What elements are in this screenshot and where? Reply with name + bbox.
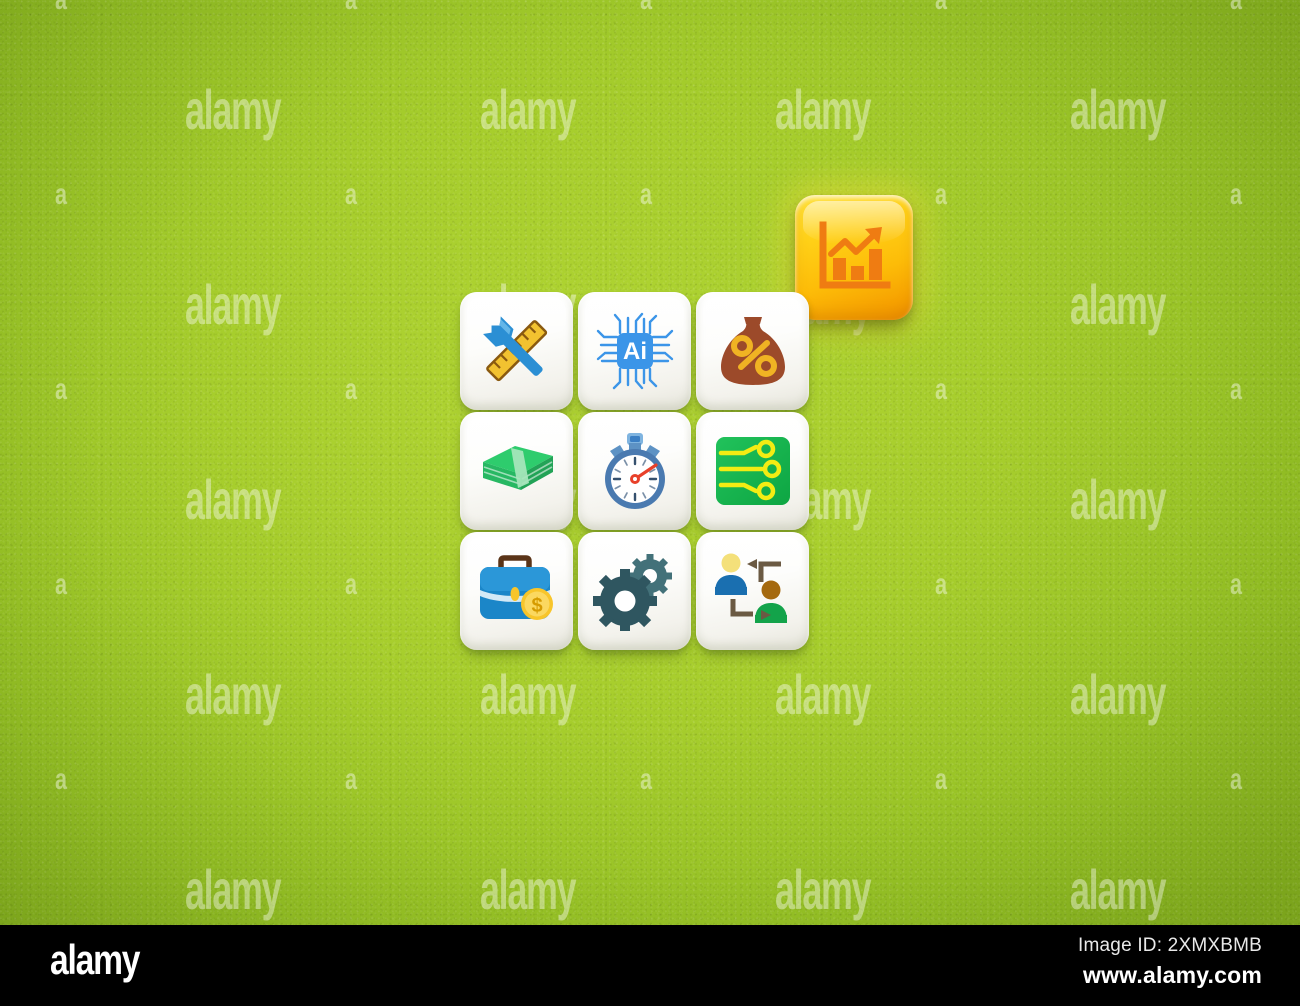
watermark-word: alamy	[1070, 273, 1167, 336]
briefcase-dollar-icon: $	[479, 555, 553, 620]
watermark-letter: a	[55, 568, 67, 601]
cube-hammer-and-ruler[interactable]	[460, 292, 573, 410]
watermark-word: alamy	[185, 663, 282, 726]
watermark-letter: a	[1230, 0, 1242, 15]
alamy-logo: alamy	[50, 936, 140, 983]
watermark-letter: a	[1230, 763, 1242, 796]
watermark-word: alamy	[775, 78, 872, 141]
watermark-letter: a	[345, 568, 357, 601]
cube-briefcase-dollar[interactable]: $	[460, 532, 573, 650]
svg-text:Ai: Ai	[623, 338, 647, 365]
people-workflow-icon	[714, 553, 787, 623]
watermark-word: alamy	[185, 273, 282, 336]
watermark-letter: a	[1230, 568, 1242, 601]
ai-chip-icon: Ai	[596, 312, 673, 390]
cube-cash-stack[interactable]	[460, 412, 573, 530]
watermark-word: alamy	[480, 858, 577, 921]
cube-people-workflow[interactable]	[696, 532, 809, 650]
watermark-letter: a	[935, 178, 947, 211]
watermark-word: alamy	[1070, 468, 1167, 531]
watermark-letter: a	[935, 568, 947, 601]
watermark-word: alamy	[1070, 78, 1167, 141]
stock-photo-canvas: aaaaaaaaaaaaaaaaaaaaaaaaaaaaaaalamyalamy…	[0, 0, 1300, 925]
watermark-letter: a	[640, 763, 652, 796]
watermark-word: alamy	[1070, 858, 1167, 921]
watermark-letter: a	[345, 178, 357, 211]
alamy-footer-bar: alamy Image ID: 2XMXBMB www.alamy.com	[0, 925, 1300, 1006]
watermark-word: alamy	[480, 78, 577, 141]
watermark-letter: a	[640, 0, 652, 15]
watermark-letter: a	[935, 763, 947, 796]
watermark-letter: a	[345, 763, 357, 796]
watermark-letter: a	[55, 763, 67, 796]
watermark-word: alamy	[185, 78, 282, 141]
watermark-letter: a	[55, 178, 67, 211]
watermark-letter: a	[345, 0, 357, 15]
gears-icon	[592, 554, 672, 631]
watermark-letter: a	[640, 178, 652, 211]
watermark-letter: a	[1230, 178, 1242, 211]
watermark-word: alamy	[185, 468, 282, 531]
cube-gears[interactable]	[578, 532, 691, 650]
watermark-word: alamy	[1070, 663, 1167, 726]
money-bag-percent-icon	[720, 317, 785, 385]
growth-bar-chart-arrow-icon	[819, 221, 891, 288]
watermark-word: alamy	[775, 858, 872, 921]
cash-stack-icon	[482, 446, 553, 490]
cube-money-bag-percent[interactable]	[696, 292, 809, 410]
stopwatch-icon	[604, 433, 665, 509]
image-id-label: Image ID: 2XMXBMB	[1078, 935, 1262, 956]
watermark-word: alamy	[480, 663, 577, 726]
website-label: www.alamy.com	[1083, 962, 1262, 988]
watermark-letter: a	[345, 373, 357, 406]
watermark-letter: a	[935, 373, 947, 406]
hammer-and-ruler-icon	[482, 316, 547, 382]
cube-circuit-board[interactable]	[696, 412, 809, 530]
cube-stopwatch[interactable]	[578, 412, 691, 530]
highlight-cube-growth-chart[interactable]	[795, 195, 913, 320]
cube-ai-chip[interactable]: Ai	[578, 292, 691, 410]
watermark-word: alamy	[775, 663, 872, 726]
circuit-board-icon	[715, 437, 790, 505]
svg-text:$: $	[531, 595, 542, 617]
watermark-letter: a	[55, 373, 67, 406]
watermark-letter: a	[55, 0, 67, 15]
watermark-letter: a	[935, 0, 947, 15]
watermark-letter: a	[1230, 373, 1242, 406]
watermark-word: alamy	[185, 858, 282, 921]
